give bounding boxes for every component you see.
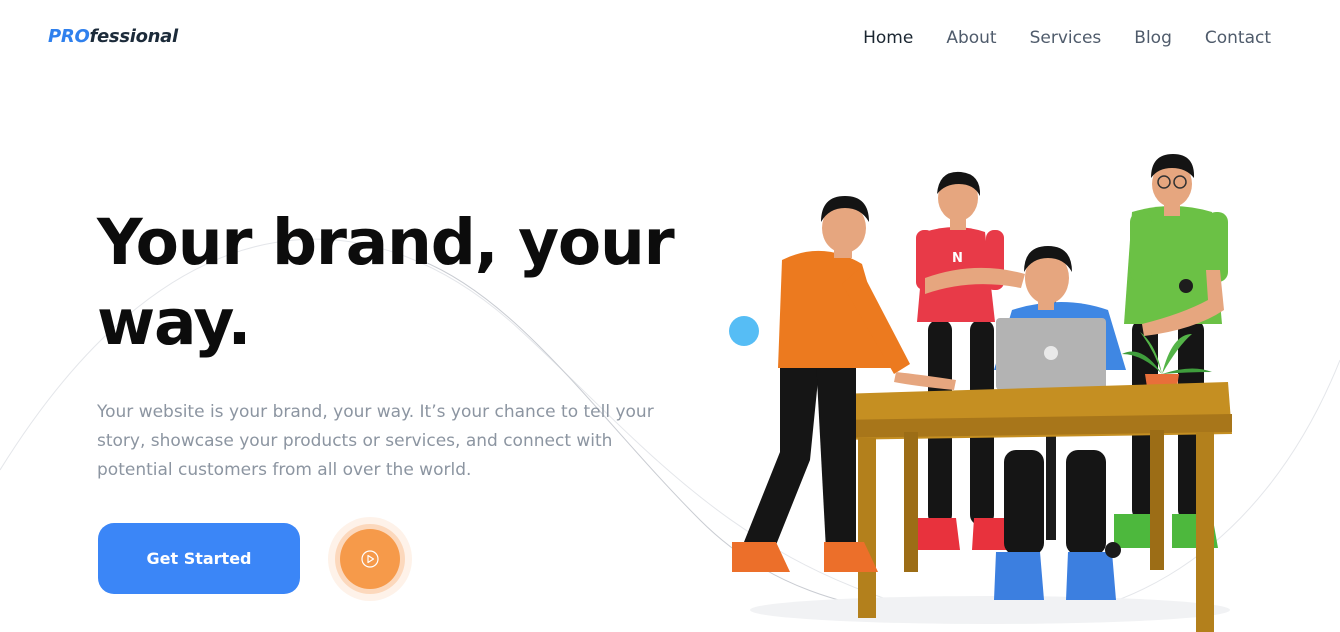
nav-item-blog[interactable]: Blog	[1134, 28, 1172, 48]
play-video-button[interactable]	[328, 517, 412, 601]
main-nav: Home About Services Blog Contact	[830, 28, 1271, 48]
brand-logo-rest: fessional	[89, 26, 178, 47]
landing-page: PROfessional Home About Services Blog Co…	[0, 0, 1340, 632]
nav-item-home[interactable]: Home	[863, 28, 913, 48]
brand-logo-prefix: PRO	[48, 26, 90, 47]
play-button-core	[340, 529, 400, 589]
nav-item-about[interactable]: About	[946, 28, 996, 48]
team-at-desk-illustration: N	[732, 154, 1232, 632]
hero-description: Your website is your brand, your way. It…	[97, 402, 654, 480]
nav-item-services[interactable]: Services	[1030, 28, 1102, 48]
play-button-ring	[335, 524, 405, 594]
play-circle-icon	[361, 550, 379, 568]
get-started-button[interactable]: Get Started	[98, 523, 300, 594]
laptop	[990, 318, 1112, 396]
brand-logo[interactable]: PROfessional	[48, 26, 178, 47]
shirt-letter: N	[952, 251, 963, 266]
nav-item-contact[interactable]: Contact	[1205, 28, 1271, 48]
hero-title: Your brand, your way.	[97, 206, 675, 359]
